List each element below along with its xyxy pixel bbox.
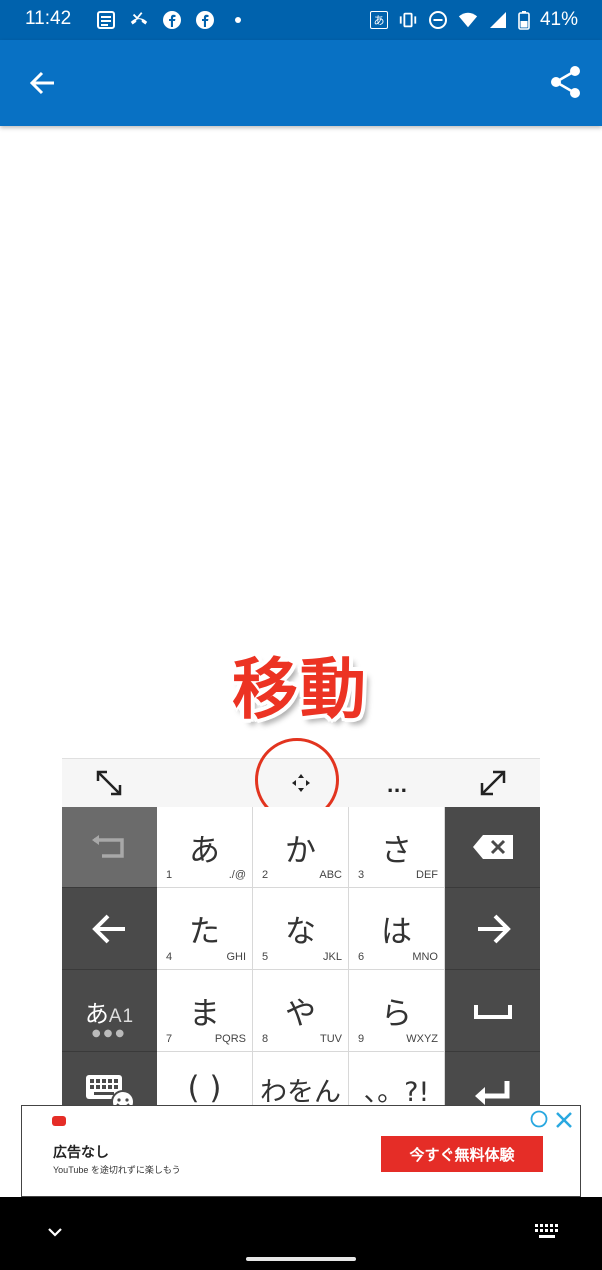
ime-icon: あ xyxy=(369,11,388,29)
vibrate-icon xyxy=(398,10,418,30)
more-options-button[interactable]: ... xyxy=(380,766,414,800)
backspace-key[interactable] xyxy=(445,807,540,888)
key-ha[interactable]: は 6 MNO xyxy=(349,888,445,970)
shrink-icon xyxy=(96,770,122,796)
hide-keyboard-button[interactable] xyxy=(44,1223,66,1241)
keyboard-icon xyxy=(535,1224,558,1238)
battery-percent: 41% xyxy=(539,9,578,30)
key-sa[interactable]: さ 3 DEF xyxy=(349,807,445,888)
navigation-bar xyxy=(0,1197,602,1270)
cursor-left-key[interactable] xyxy=(62,888,157,970)
wifi-icon xyxy=(458,10,478,30)
missed-call-icon xyxy=(129,10,149,30)
arrow-right-icon xyxy=(477,914,511,943)
flick-keyboard: あ 1 ./@ か 2 ABC さ 3 DEF た 4 GHI な 5 JKL … xyxy=(62,807,540,1135)
key-ka[interactable]: か 2 ABC xyxy=(253,807,349,888)
ad-title: 広告なし xyxy=(53,1144,109,1160)
system-status-icons: あ 41% xyxy=(369,9,578,31)
chevron-down-icon xyxy=(48,1228,62,1237)
key-ma[interactable]: ま 7 PQRS xyxy=(157,970,253,1052)
home-gesture-handle[interactable] xyxy=(246,1257,356,1261)
status-bar: 11:42 あ 41% xyxy=(0,0,602,40)
undo-icon xyxy=(91,835,124,858)
close-icon xyxy=(556,1112,572,1128)
undo-key[interactable] xyxy=(62,807,157,888)
key-ra[interactable]: ら 9 WXYZ xyxy=(349,970,445,1052)
shrink-keyboard-button[interactable] xyxy=(92,766,126,800)
notification-icons xyxy=(96,10,248,30)
switch-keyboard-button[interactable] xyxy=(534,1223,560,1241)
move-annotation-label: 移動 xyxy=(232,651,368,728)
news-icon xyxy=(96,10,116,30)
back-button[interactable] xyxy=(26,66,60,100)
app-bar xyxy=(0,40,602,126)
space-key[interactable] xyxy=(445,970,540,1052)
key-a[interactable]: あ 1 ./@ xyxy=(157,807,253,888)
key-ta[interactable]: た 4 GHI xyxy=(157,888,253,970)
arrow-left-icon xyxy=(91,914,125,943)
status-time: 11:42 xyxy=(25,8,72,29)
ad-cta-button[interactable]: 今すぐ無料体験 xyxy=(381,1136,543,1172)
dot-icon xyxy=(228,10,248,30)
share-button[interactable] xyxy=(548,64,584,100)
battery-icon xyxy=(518,10,530,30)
dnd-icon xyxy=(428,10,448,30)
space-icon xyxy=(473,1004,512,1019)
adchoices-icon[interactable] xyxy=(530,1110,548,1128)
enter-icon xyxy=(474,1081,509,1105)
ad-banner[interactable]: 広告なし YouTube を途切れずに楽しもう 今すぐ無料体験 xyxy=(21,1105,581,1197)
share-icon xyxy=(551,66,580,98)
expand-icon xyxy=(480,770,506,796)
back-arrow-icon xyxy=(29,71,54,95)
cursor-right-key[interactable] xyxy=(445,888,540,970)
facebook-icon xyxy=(195,10,215,30)
signal-icon xyxy=(488,10,508,30)
key-ya[interactable]: や 8 TUV xyxy=(253,970,349,1052)
backspace-icon xyxy=(472,835,513,859)
facebook-icon xyxy=(162,10,182,30)
key-na[interactable]: な 5 JKL xyxy=(253,888,349,970)
input-mode-key[interactable]: あA1 ●●● xyxy=(62,970,157,1052)
more-icon: ... xyxy=(386,775,408,797)
expand-keyboard-button[interactable] xyxy=(476,766,510,800)
ad-close-button[interactable] xyxy=(554,1110,574,1130)
ad-subtitle: YouTube を途切れずに楽しもう xyxy=(53,1165,181,1175)
youtube-logo-icon xyxy=(52,1116,66,1126)
